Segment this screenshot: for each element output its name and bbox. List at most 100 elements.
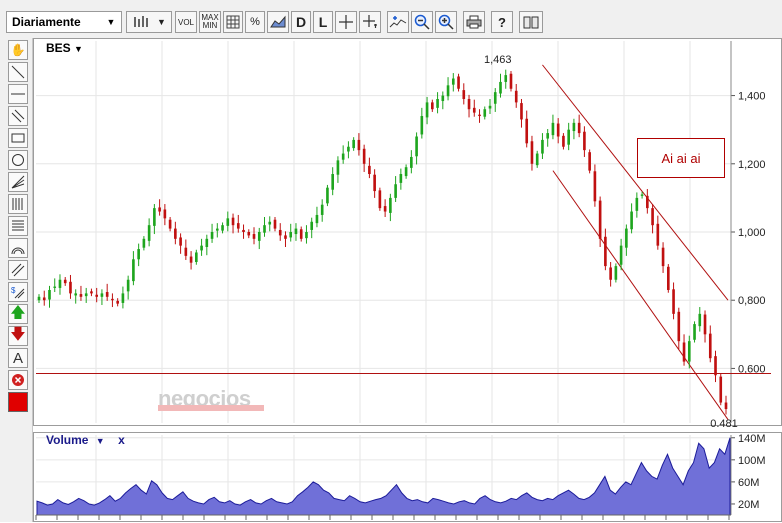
candle-body — [378, 190, 382, 209]
candle-body — [53, 286, 57, 288]
candle-body — [525, 118, 529, 144]
candle-body — [168, 219, 172, 229]
grid-toggle-button[interactable] — [223, 11, 243, 33]
candle-body — [389, 197, 392, 213]
fan-icon — [11, 175, 25, 189]
zoom-area-button[interactable] — [387, 11, 409, 33]
candle-body — [79, 294, 83, 297]
retracement-tool-button[interactable] — [8, 216, 28, 236]
y-tick-label: 0,800 — [738, 295, 766, 307]
candle-body — [451, 78, 455, 85]
period-select[interactable]: Diariamente ▼ — [6, 11, 122, 33]
y-tick-label: 60M — [738, 477, 759, 489]
buy-arrow-tool-button[interactable]: 🡅 — [8, 304, 28, 324]
candle-body — [509, 73, 513, 89]
parallel-lines-icon — [11, 109, 25, 123]
printer-icon — [466, 15, 482, 29]
help-button[interactable]: ? — [491, 11, 513, 33]
arc-tool-button[interactable] — [8, 238, 28, 258]
candle-body — [336, 160, 340, 175]
text-tool-button[interactable]: A — [8, 348, 28, 368]
candle-body — [341, 153, 345, 160]
channel-tool-button[interactable] — [8, 260, 28, 280]
horizontal-line-icon — [11, 93, 25, 95]
candle-body — [320, 204, 324, 215]
candle-body — [635, 197, 639, 211]
print-button[interactable] — [463, 11, 485, 33]
candle-body — [462, 90, 466, 99]
ellipse-tool-button[interactable] — [8, 150, 28, 170]
candle-body — [179, 237, 182, 246]
candle-body — [284, 235, 287, 239]
zoom-in-button[interactable] — [435, 11, 457, 33]
candle-body — [158, 207, 161, 212]
fibonacci-tool-button[interactable] — [8, 194, 28, 214]
symbol-selector[interactable]: BES ▼ — [46, 41, 83, 55]
candle-body — [37, 296, 41, 301]
pan-tool-button[interactable]: ✋ — [8, 40, 28, 60]
y-tick-label: 20M — [738, 499, 759, 511]
annotation-box[interactable]: Ai ai ai — [637, 138, 725, 178]
candle-body — [583, 131, 586, 151]
candle-body — [640, 194, 644, 196]
candle-body — [425, 102, 429, 118]
candle-body — [703, 314, 707, 335]
candle-body — [687, 341, 691, 362]
candle-body — [100, 293, 104, 297]
line-tool-button[interactable] — [8, 62, 28, 82]
chart-type-button[interactable]: ▼ — [126, 11, 172, 33]
candle-body — [493, 92, 497, 104]
sell-arrow-tool-button[interactable]: 🡇 — [8, 326, 28, 346]
candle-body — [105, 292, 109, 297]
chevron-down-icon[interactable]: ▼ — [96, 436, 105, 446]
arc-icon — [11, 247, 25, 255]
close-icon[interactable]: x — [118, 433, 125, 447]
d-button[interactable]: D — [291, 11, 311, 33]
rectangle-tool-button[interactable] — [8, 128, 28, 148]
crosshair-icon — [339, 15, 353, 29]
candle-body — [315, 214, 319, 224]
crosshair-label-icon — [363, 15, 377, 28]
delete-icon — [12, 374, 24, 386]
candle-body — [436, 98, 439, 108]
candlestick-icon — [134, 16, 148, 27]
parallel-lines-tool-button[interactable] — [8, 106, 28, 126]
l-button[interactable]: L — [313, 11, 333, 33]
candle-body — [205, 238, 209, 248]
price-channel-tool-button[interactable]: $ — [8, 282, 28, 302]
candle-body — [273, 219, 277, 229]
candle-body — [263, 225, 266, 233]
crosshair-label-button[interactable] — [359, 11, 381, 33]
candle-body — [614, 266, 618, 280]
crosshair-button[interactable] — [335, 11, 357, 33]
trend-channel-upper — [542, 64, 729, 301]
candle-body — [331, 174, 334, 190]
color-picker-button[interactable] — [8, 392, 28, 412]
price-panel: 0,600 0,800 1,000 1,200 1,400 1,463 0,481 — [33, 38, 782, 427]
volume-toggle-button[interactable]: VOL — [175, 11, 197, 33]
percent-button[interactable]: % — [245, 11, 265, 33]
zoom-out-button[interactable] — [411, 11, 433, 33]
candle-body — [299, 229, 303, 239]
candle-body — [415, 136, 418, 157]
candle-body — [294, 228, 298, 235]
book-button[interactable] — [519, 11, 543, 33]
area-chart-button[interactable] — [267, 11, 289, 33]
candle-body — [651, 208, 654, 226]
horizontal-line-tool-button[interactable] — [8, 84, 28, 104]
candle-body — [163, 209, 167, 219]
candle-body — [289, 232, 293, 238]
candle-body — [63, 279, 67, 284]
delete-tool-button[interactable] — [8, 370, 28, 390]
candle-body — [693, 324, 696, 340]
candle-body — [431, 102, 434, 110]
maxmin-toggle-button[interactable]: MAX MIN — [199, 11, 221, 33]
fan-tool-button[interactable] — [8, 172, 28, 192]
candle-body — [677, 311, 681, 342]
volume-toggle-label: VOL — [177, 17, 194, 27]
candle-body — [588, 152, 591, 171]
diagonal-line-icon — [11, 65, 25, 79]
candle-body — [619, 245, 623, 265]
candle-body — [48, 289, 51, 300]
y-tick-label: 1,000 — [738, 227, 766, 239]
